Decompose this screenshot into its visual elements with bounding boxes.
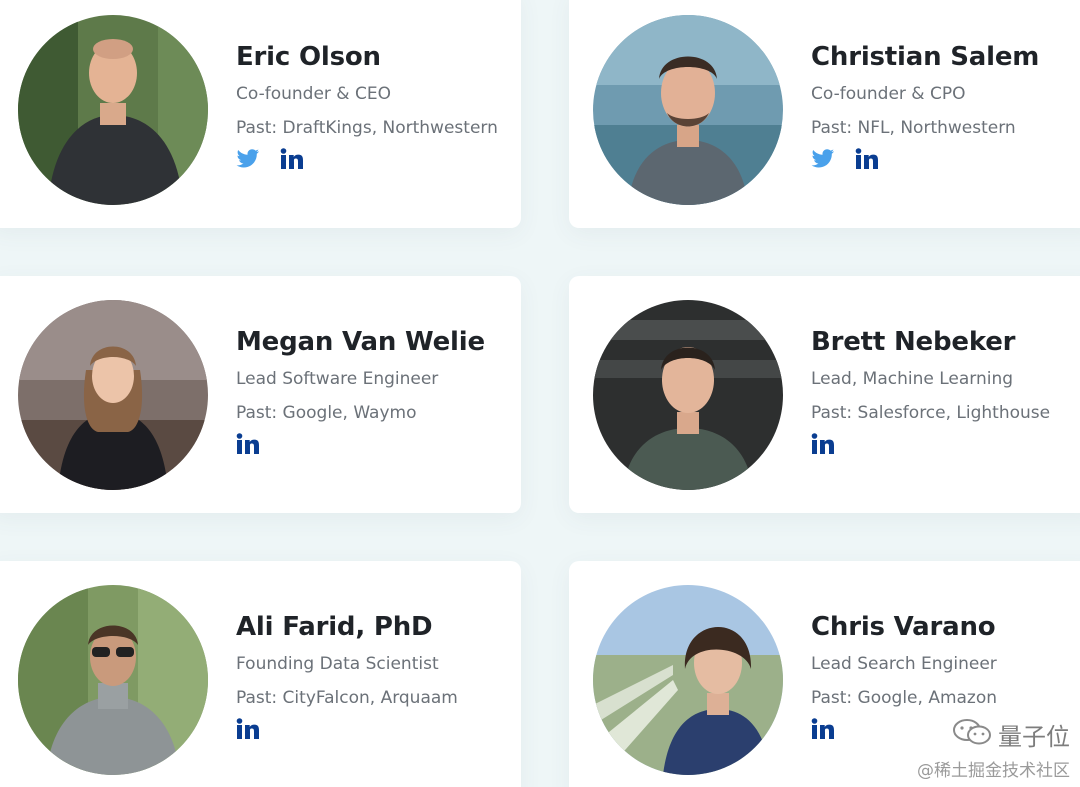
avatar-photo bbox=[593, 15, 783, 205]
avatar bbox=[18, 15, 208, 205]
member-role: Founding Data Scientist bbox=[236, 654, 439, 674]
avatar-photo bbox=[18, 300, 208, 490]
member-info: Megan Van Welie Lead Software Engineer P… bbox=[236, 327, 485, 459]
watermark-brand: 量子位 bbox=[998, 723, 1070, 751]
member-info: Ali Farid, PhD Founding Data Scientist P… bbox=[236, 612, 458, 744]
avatar-photo bbox=[18, 15, 208, 205]
linkedin-icon[interactable] bbox=[280, 148, 304, 174]
member-past: Past: Google, Waymo bbox=[236, 403, 417, 423]
avatar bbox=[593, 300, 783, 490]
avatar bbox=[593, 585, 783, 775]
member-info: Christian Salem Co-founder & CPO Past: N… bbox=[811, 42, 1039, 174]
member-info: Brett Nebeker Lead, Machine Learning Pas… bbox=[811, 327, 1050, 459]
member-past: Past: Google, Amazon bbox=[811, 688, 998, 708]
team-card-christian-salem: Christian Salem Co-founder & CPO Past: N… bbox=[569, 0, 1080, 228]
team-card-brett-nebeker: Brett Nebeker Lead, Machine Learning Pas… bbox=[569, 276, 1080, 513]
social-links bbox=[236, 433, 485, 459]
member-name: Eric Olson bbox=[236, 42, 381, 72]
member-name: Ali Farid, PhD bbox=[236, 612, 433, 642]
watermark: 量子位 @稀土掘金技术社区 bbox=[917, 717, 1070, 781]
member-past: Past: DraftKings, Northwestern bbox=[236, 118, 498, 138]
member-name: Christian Salem bbox=[811, 42, 1040, 72]
member-info: Eric Olson Co-founder & CEO Past: DraftK… bbox=[236, 42, 498, 174]
member-name: Chris Varano bbox=[811, 612, 996, 642]
member-past: Past: CityFalcon, Arquaam bbox=[236, 688, 458, 708]
team-card-megan-van-welie: Megan Van Welie Lead Software Engineer P… bbox=[0, 276, 521, 513]
wechat-icon bbox=[952, 718, 992, 752]
member-past: Past: Salesforce, Lighthouse bbox=[811, 403, 1051, 423]
linkedin-icon[interactable] bbox=[236, 433, 260, 459]
member-role: Lead Search Engineer bbox=[811, 654, 997, 674]
member-role: Co-founder & CEO bbox=[236, 84, 391, 104]
avatar-photo bbox=[593, 585, 783, 775]
linkedin-icon[interactable] bbox=[811, 718, 835, 744]
member-role: Lead Software Engineer bbox=[236, 369, 439, 389]
social-links bbox=[236, 718, 458, 744]
linkedin-icon[interactable] bbox=[811, 433, 835, 459]
team-page: Eric Olson Co-founder & CEO Past: DraftK… bbox=[0, 0, 1080, 787]
avatar bbox=[18, 300, 208, 490]
member-name: Megan Van Welie bbox=[236, 327, 485, 357]
linkedin-icon[interactable] bbox=[236, 718, 260, 744]
member-past: Past: NFL, Northwestern bbox=[811, 118, 1016, 138]
avatar-photo bbox=[593, 300, 783, 490]
twitter-icon[interactable] bbox=[236, 149, 260, 173]
watermark-source: @稀土掘金技术社区 bbox=[917, 761, 1070, 781]
social-links bbox=[811, 148, 1039, 174]
member-role: Co-founder & CPO bbox=[811, 84, 966, 104]
watermark-brand-row: 量子位 bbox=[917, 717, 1070, 752]
twitter-icon[interactable] bbox=[811, 149, 835, 173]
avatar bbox=[593, 15, 783, 205]
avatar-photo bbox=[18, 585, 208, 775]
social-links bbox=[811, 433, 1050, 459]
member-role: Lead, Machine Learning bbox=[811, 369, 1014, 389]
member-name: Brett Nebeker bbox=[811, 327, 1016, 357]
linkedin-icon[interactable] bbox=[855, 148, 879, 174]
social-links bbox=[236, 148, 498, 174]
team-card-eric-olson: Eric Olson Co-founder & CEO Past: DraftK… bbox=[0, 0, 521, 228]
team-card-ali-farid: Ali Farid, PhD Founding Data Scientist P… bbox=[0, 561, 521, 787]
avatar bbox=[18, 585, 208, 775]
